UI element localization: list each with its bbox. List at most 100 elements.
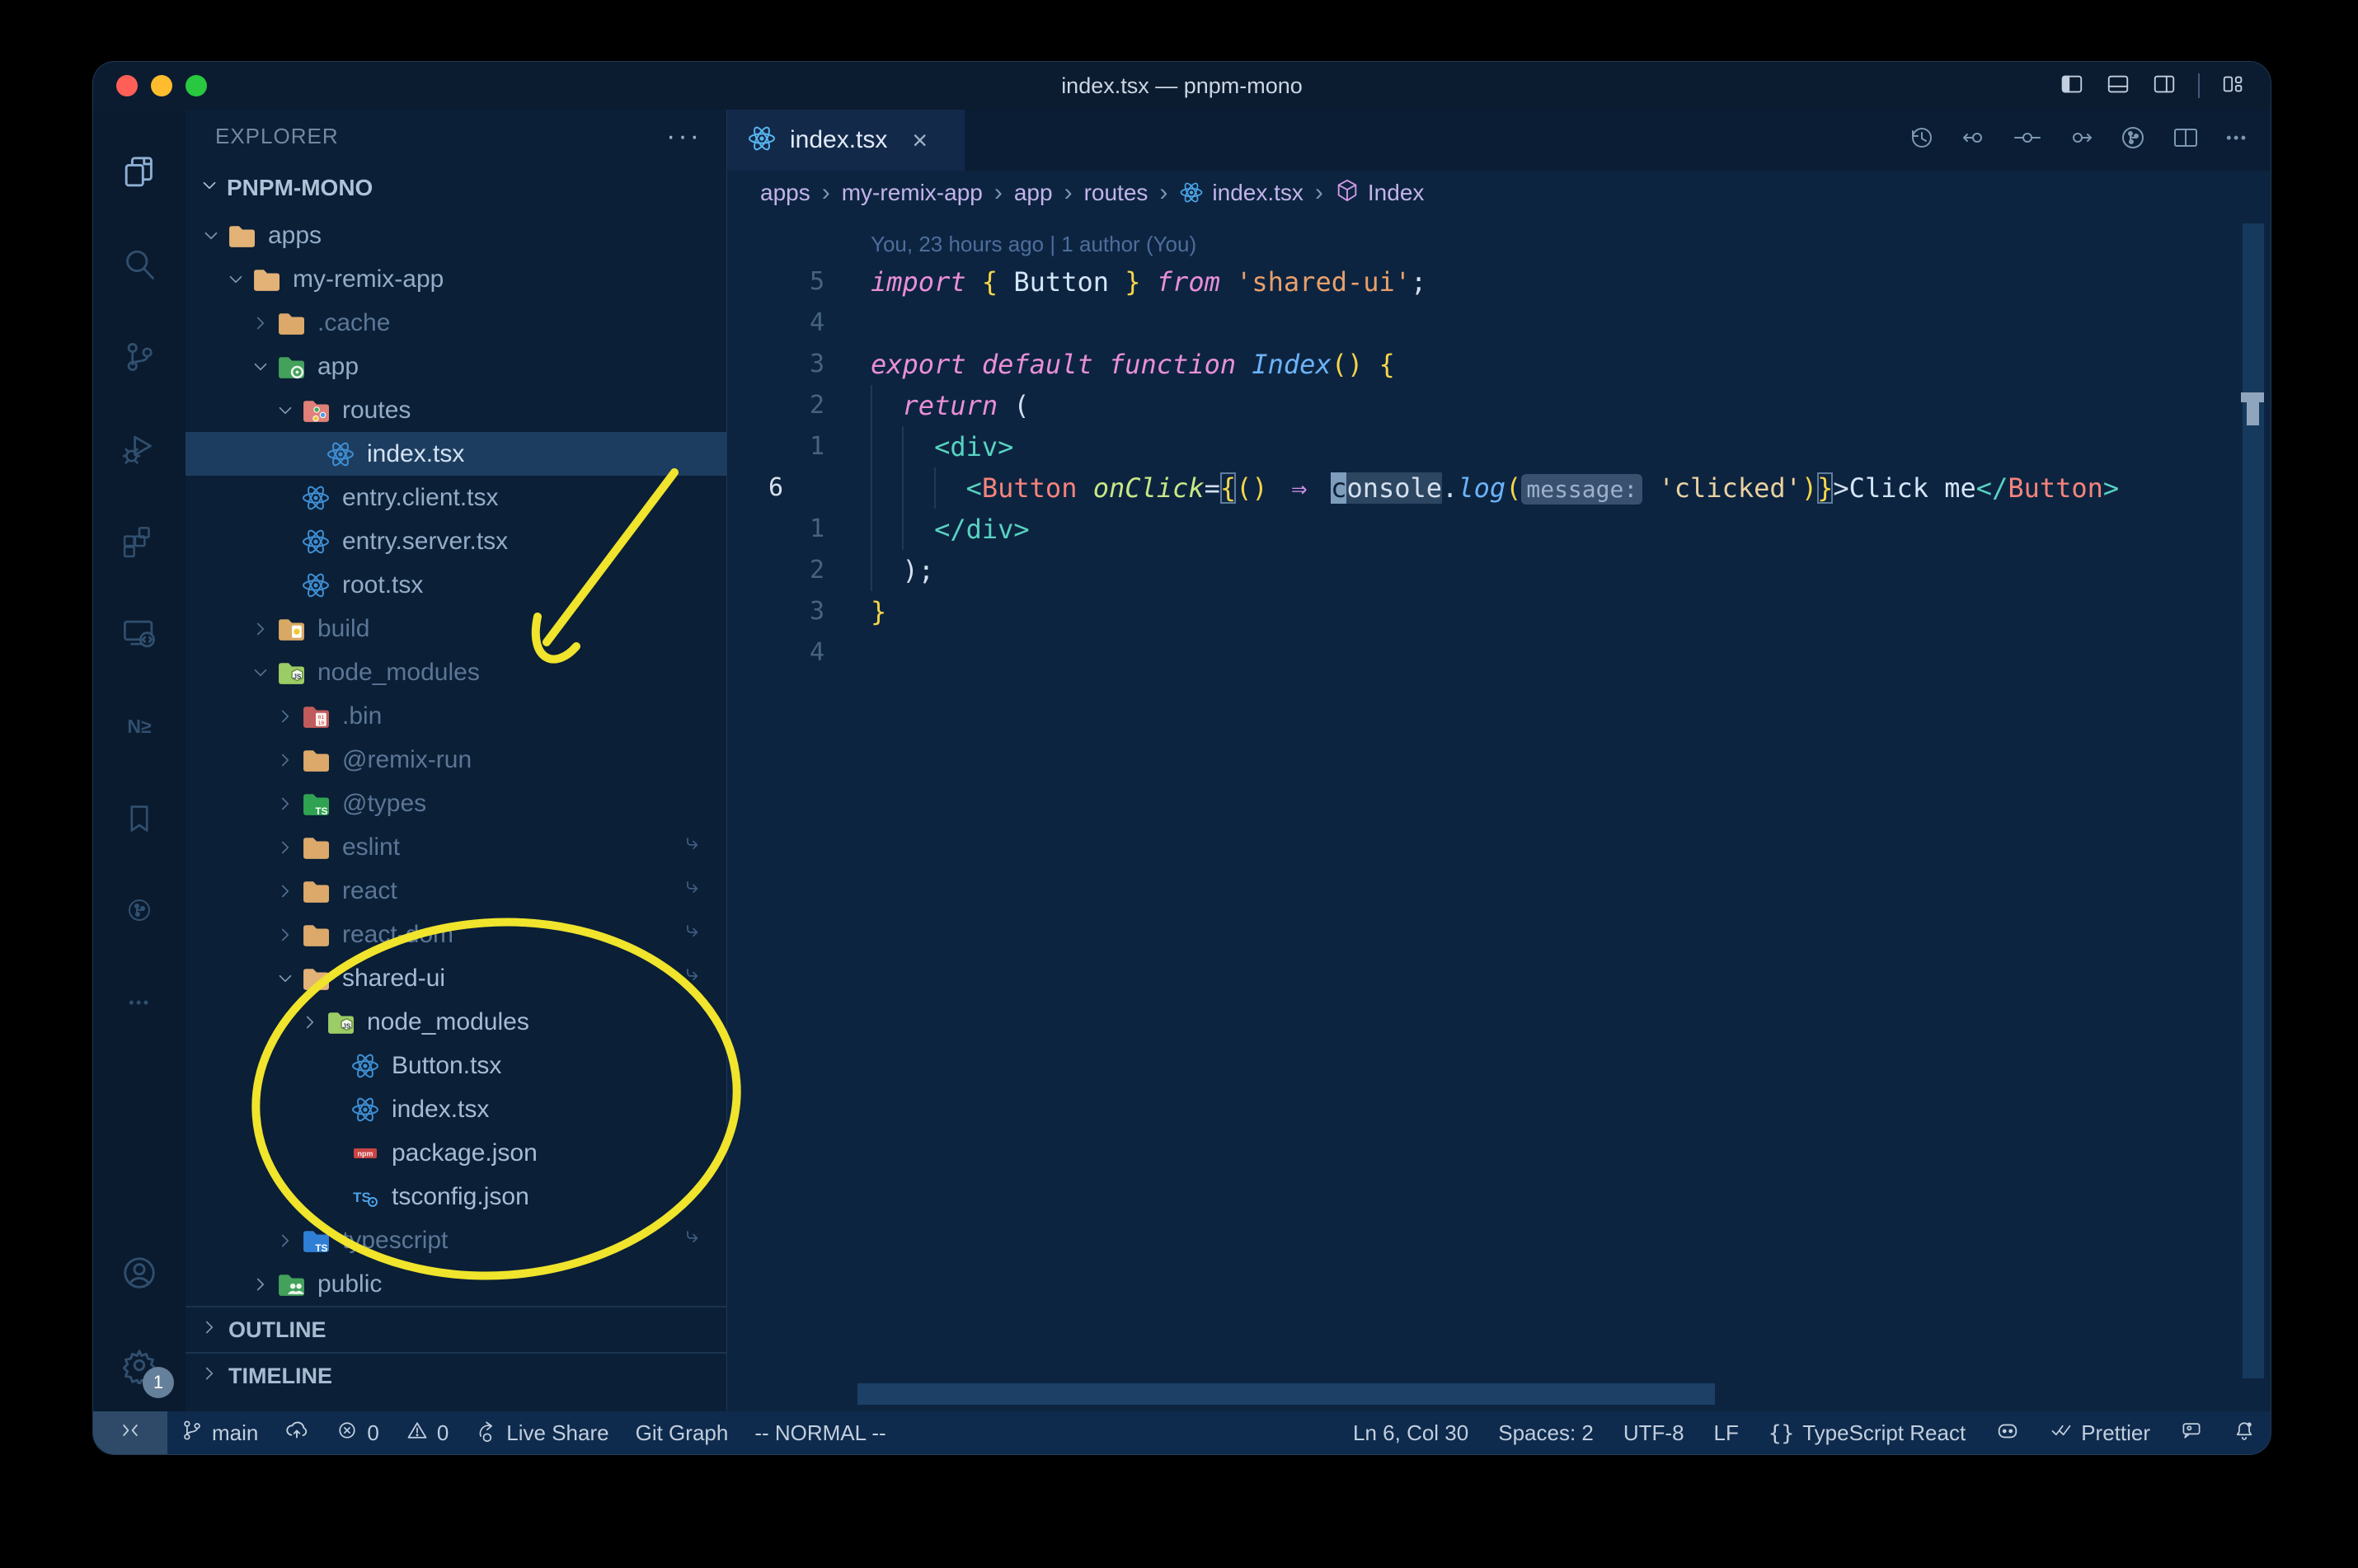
status-typescript-react[interactable]: {} TypeScript React xyxy=(1754,1411,1980,1454)
next-change-icon[interactable] xyxy=(2066,124,2094,157)
prev-change-icon[interactable] xyxy=(1961,124,1989,157)
change-icon[interactable] xyxy=(2013,124,2041,157)
tree-item-app[interactable]: app xyxy=(186,345,726,388)
vertical-scrollbar[interactable] xyxy=(2241,223,2264,1378)
tree-item-root-tsx[interactable]: root.tsx xyxy=(186,563,726,607)
tree-item-react[interactable]: react xyxy=(186,869,726,913)
sidebar-section-timeline[interactable]: TIMELINE xyxy=(186,1352,726,1398)
code-line[interactable]: 1 </div> xyxy=(727,509,2271,550)
breadcrumb-item-apps[interactable]: apps xyxy=(760,180,810,206)
code-line[interactable]: 4 xyxy=(727,303,2271,344)
breadcrumb-item-app[interactable]: app xyxy=(1014,180,1053,206)
tree-item-node-modules[interactable]: JS node_modules xyxy=(186,650,726,694)
breadcrumb-item-index[interactable]: Index xyxy=(1335,178,1424,209)
status-live-share[interactable]: Live Share xyxy=(462,1411,622,1454)
tree-item-tsconfig-json[interactable]: TS tsconfig.json xyxy=(186,1175,726,1218)
tree-item-build[interactable]: build xyxy=(186,607,726,650)
status--normal-[interactable]: -- NORMAL -- xyxy=(741,1411,899,1454)
code-line-current[interactable]: 6 <Button onClick={() ⇒ console.log(mess… xyxy=(727,467,2271,509)
status-lf[interactable]: LF xyxy=(1699,1411,1754,1454)
tree-item-routes[interactable]: routes xyxy=(186,388,726,432)
activity-remote-explorer-icon[interactable] xyxy=(93,588,186,680)
chevron-right-icon[interactable] xyxy=(271,793,299,815)
chevron-down-icon[interactable] xyxy=(197,225,225,246)
tree-item--bin[interactable]: 01 10 .bin xyxy=(186,694,726,738)
tree-item--types[interactable]: TS @types xyxy=(186,782,726,825)
layout-sidebar-left-icon[interactable] xyxy=(2060,72,2084,101)
tree-item-entry-client-tsx[interactable]: entry.client.tsx xyxy=(186,476,726,519)
tree-item-index-tsx[interactable]: index.tsx xyxy=(186,1087,726,1131)
split-editor-icon[interactable] xyxy=(2172,124,2200,157)
git-blame-codelens[interactable]: You, 23 hours ago | 1 author (You) xyxy=(871,232,2271,260)
chevron-right-icon[interactable] xyxy=(271,924,299,946)
chevron-right-icon[interactable] xyxy=(271,837,299,858)
activity-search-icon[interactable] xyxy=(93,218,186,311)
history-icon[interactable] xyxy=(1908,124,1936,157)
code-line[interactable]: 4 xyxy=(727,632,2271,674)
breadcrumb-item-my-remix-app[interactable]: my-remix-app xyxy=(842,180,983,206)
status-main[interactable]: main xyxy=(167,1411,271,1454)
chevron-down-icon[interactable] xyxy=(247,356,275,378)
chevron-down-icon[interactable] xyxy=(271,968,299,989)
activity-nx-console-icon[interactable]: N≥ xyxy=(93,680,186,772)
chevron-right-icon[interactable] xyxy=(296,1012,324,1033)
status-spaces-2[interactable]: Spaces: 2 xyxy=(1483,1411,1609,1454)
status-remote[interactable] xyxy=(93,1411,167,1454)
sidebar-section-outline[interactable]: OUTLINE xyxy=(186,1306,726,1352)
status-utf-8[interactable]: UTF-8 xyxy=(1609,1411,1699,1454)
tree-item-index-tsx[interactable]: index.tsx xyxy=(186,432,726,476)
tree-item-eslint[interactable]: eslint xyxy=(186,825,726,869)
activity-gitlens-icon[interactable] xyxy=(93,865,186,957)
code-line[interactable]: 3} xyxy=(727,591,2271,632)
tree-item-my-remix-app[interactable]: my-remix-app xyxy=(186,257,726,301)
activity-run-debug-icon[interactable] xyxy=(93,403,186,495)
activity-explorer-icon[interactable] xyxy=(93,126,186,218)
tree-item-react-dom[interactable]: react-dom xyxy=(186,913,726,956)
code-line[interactable]: 5 import { Button } from 'shared-ui'; xyxy=(727,261,2271,303)
layout-sidebar-right-icon[interactable] xyxy=(2152,72,2177,101)
gitlens-icon[interactable] xyxy=(2119,124,2147,157)
layout-panel-icon[interactable] xyxy=(2106,72,2130,101)
tree-item-package-json[interactable]: npm package.json xyxy=(186,1131,726,1175)
tree-item-node-modules[interactable]: JS node_modules xyxy=(186,1000,726,1044)
code-line[interactable]: 1 <div> xyxy=(727,426,2271,467)
layout-customize-icon[interactable] xyxy=(2221,72,2246,101)
chevron-right-icon[interactable] xyxy=(271,880,299,902)
chevron-right-icon[interactable] xyxy=(271,749,299,771)
status-ln-6-col-30[interactable]: Ln 6, Col 30 xyxy=(1338,1411,1483,1454)
activity-accounts-icon[interactable] xyxy=(93,1227,186,1319)
status-0[interactable]: 0 xyxy=(322,1411,392,1454)
chevron-right-icon[interactable] xyxy=(247,618,275,640)
activity-settings-icon[interactable]: 1 xyxy=(93,1319,186,1411)
tree-item-apps[interactable]: apps xyxy=(186,214,726,257)
status-feedback[interactable] xyxy=(2165,1411,2218,1454)
status-copilot[interactable] xyxy=(1980,1411,2035,1454)
code-editor[interactable]: You, 23 hours ago | 1 author (You) 5 impo… xyxy=(727,215,2271,1411)
close-tab-icon[interactable]: × xyxy=(912,125,928,156)
tree-item-shared-ui[interactable]: shared-ui xyxy=(186,956,726,1000)
breadcrumb-item-index-tsx[interactable]: index.tsx xyxy=(1179,178,1303,209)
activity-source-control-icon[interactable] xyxy=(93,311,186,403)
chevron-down-icon[interactable] xyxy=(271,400,299,421)
status-0[interactable]: 0 xyxy=(392,1411,462,1454)
activity-extensions-icon[interactable] xyxy=(93,495,186,588)
more-icon[interactable] xyxy=(2224,126,2249,155)
chevron-down-icon[interactable] xyxy=(247,662,275,683)
chevron-down-icon[interactable] xyxy=(222,269,250,290)
tree-item-public[interactable]: public xyxy=(186,1262,726,1306)
status-prettier[interactable]: Prettier xyxy=(2035,1411,2165,1454)
status-bell[interactable] xyxy=(2218,1411,2271,1454)
activity-more-icon[interactable] xyxy=(93,957,186,1049)
tree-item--remix-run[interactable]: @remix-run xyxy=(186,738,726,782)
chevron-right-icon[interactable] xyxy=(247,312,275,334)
tree-item--cache[interactable]: .cache xyxy=(186,301,726,345)
horizontal-scrollbar[interactable] xyxy=(857,1383,1715,1405)
tree-item-button-tsx[interactable]: Button.tsx xyxy=(186,1044,726,1087)
workspace-section-header[interactable]: PNPM-MONO xyxy=(186,162,726,214)
code-line[interactable]: 3 export default function Index() { xyxy=(727,344,2271,385)
explorer-more-actions-icon[interactable]: ··· xyxy=(666,120,702,153)
status-git-graph[interactable]: Git Graph xyxy=(622,1411,742,1454)
tree-item-typescript[interactable]: TS typescript xyxy=(186,1218,726,1262)
code-line[interactable]: 2 ); xyxy=(727,550,2271,591)
tab-index-tsx[interactable]: index.tsx × xyxy=(727,110,965,171)
